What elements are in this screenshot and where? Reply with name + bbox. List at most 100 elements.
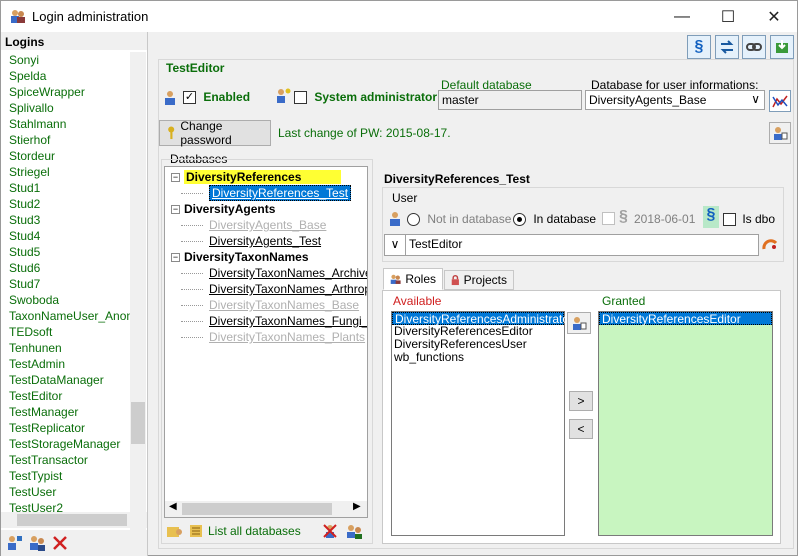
- enabled-checkbox[interactable]: ✓: [183, 91, 196, 105]
- login-item[interactable]: Stud1: [1, 180, 131, 196]
- tree-horizontal-scrollbar[interactable]: ◀ ▶: [165, 501, 367, 517]
- login-item[interactable]: Swoboda: [1, 292, 131, 308]
- logins-vertical-scrollbar[interactable]: [130, 52, 146, 542]
- login-item[interactable]: TestEditor: [1, 388, 131, 404]
- tree-database-item[interactable]: DiversityTaxonNames_Plants: [181, 329, 365, 345]
- user-frame-label: User: [390, 191, 420, 205]
- remove-database-icon[interactable]: [322, 523, 338, 539]
- scrollbar-thumb[interactable]: [131, 402, 145, 444]
- login-item[interactable]: Stud4: [1, 228, 131, 244]
- collapse-icon[interactable]: −: [171, 205, 180, 215]
- scrollbar-thumb[interactable]: [182, 503, 332, 515]
- list-all-databases-button[interactable]: List all databases: [166, 522, 301, 540]
- user-value-field[interactable]: TestEditor: [405, 234, 759, 256]
- granted-role-item[interactable]: DiversityReferencesEditor: [599, 312, 772, 326]
- collapse-icon[interactable]: −: [171, 173, 180, 183]
- login-item[interactable]: Stierhof: [1, 132, 131, 148]
- link-button[interactable]: [742, 35, 766, 59]
- login-item[interactable]: Stud2: [1, 196, 131, 212]
- login-item[interactable]: TestTypist: [1, 468, 131, 484]
- login-item[interactable]: TestTransactor: [1, 452, 131, 468]
- logins-list[interactable]: Sonyi Spelda SpiceWrapper Splivallo Stahlman…: [1, 52, 131, 542]
- databases-tree[interactable]: ◀ ▶ − DiversityReferences DiversityReferen…: [164, 166, 368, 518]
- sysadmin-checkbox-row[interactable]: System administrator: [294, 90, 437, 105]
- scroll-right-icon[interactable]: ▶: [353, 501, 361, 512]
- user-combo-dropdown[interactable]: ∨: [384, 234, 406, 256]
- login-item[interactable]: Stud7: [1, 276, 131, 292]
- tab-roles[interactable]: Roles: [383, 268, 443, 290]
- login-item[interactable]: TaxonNameUser_Anonym: [1, 308, 131, 324]
- role-users-button[interactable]: [567, 312, 591, 334]
- login-item[interactable]: TestDataManager: [1, 372, 131, 388]
- login-item[interactable]: TestAdmin: [1, 356, 131, 372]
- tree-database-item[interactable]: DiversityTaxonNames_Arthropoda: [181, 281, 367, 297]
- user-info-button[interactable]: [769, 122, 791, 144]
- collapse-icon[interactable]: −: [171, 253, 180, 263]
- login-item[interactable]: Striegel: [1, 164, 131, 180]
- default-db-field[interactable]: master: [438, 90, 582, 110]
- login-item[interactable]: Stud6: [1, 260, 131, 276]
- paragraph-highlight-icon[interactable]: §: [703, 206, 719, 228]
- available-role-item[interactable]: wb_functions: [392, 351, 564, 364]
- logins-horizontal-scrollbar[interactable]: [1, 512, 147, 528]
- login-item[interactable]: Splivallo: [1, 100, 131, 116]
- tree-database-item[interactable]: DiversityAgents_Test: [181, 233, 321, 249]
- in-db-radio-row[interactable]: In database: [513, 212, 596, 227]
- date-checkbox[interactable]: [602, 212, 615, 225]
- role-users-icon: [573, 317, 587, 330]
- tab-projects[interactable]: Projects: [444, 270, 514, 290]
- login-item[interactable]: SpiceWrapper: [1, 84, 131, 100]
- enabled-checkbox-row[interactable]: ✓ Enabled: [183, 90, 250, 105]
- user-details-icon[interactable]: [28, 534, 46, 552]
- save-button[interactable]: [770, 35, 794, 59]
- maximize-button[interactable]: ☐: [705, 1, 751, 32]
- login-item[interactable]: Stud3: [1, 212, 131, 228]
- tree-connector: [181, 289, 203, 290]
- scrollbar-thumb[interactable]: [17, 514, 127, 526]
- login-item[interactable]: Tenhunen: [1, 340, 131, 356]
- in-db-radio[interactable]: [513, 213, 526, 227]
- tree-database-group[interactable]: − DiversityAgents: [171, 201, 275, 217]
- tree-database-item[interactable]: DiversityTaxonNames_ArchiveTe: [181, 265, 367, 281]
- login-item[interactable]: TestUser: [1, 484, 131, 500]
- delete-login-icon[interactable]: [51, 534, 69, 552]
- login-item[interactable]: TestManager: [1, 404, 131, 420]
- change-password-button[interactable]: Change password: [159, 119, 271, 147]
- tree-item-label: DiversityTaxonNames_Fungi_Test: [209, 314, 368, 328]
- tree-database-item[interactable]: DiversityTaxonNames_Base: [181, 297, 359, 313]
- is-dbo-checkbox-row[interactable]: Is dbo: [723, 212, 775, 227]
- not-in-db-radio[interactable]: [407, 213, 420, 227]
- login-item[interactable]: TEDsoft: [1, 324, 131, 340]
- login-item[interactable]: Stordeur: [1, 148, 131, 164]
- login-item[interactable]: Stud5: [1, 244, 131, 260]
- chevron-down-icon: ∨: [751, 92, 760, 106]
- fix-user-icon[interactable]: [762, 237, 778, 251]
- add-login-icon[interactable]: [5, 534, 23, 552]
- paragraph-button[interactable]: §: [687, 35, 711, 59]
- transfer-button[interactable]: [715, 35, 739, 59]
- tree-database-item[interactable]: DiversityAgents_Base: [181, 217, 326, 233]
- revoke-role-button[interactable]: <: [569, 419, 593, 439]
- scroll-left-icon[interactable]: ◀: [169, 501, 177, 512]
- db-user-info-select[interactable]: DiversityAgents_Base ∨: [585, 90, 765, 110]
- grant-role-button[interactable]: >: [569, 391, 593, 411]
- granted-roles-list[interactable]: DiversityReferencesEditor: [598, 311, 773, 536]
- login-item[interactable]: Spelda: [1, 68, 131, 84]
- login-item[interactable]: TestReplicator: [1, 420, 131, 436]
- is-dbo-checkbox[interactable]: [723, 213, 736, 227]
- tree-database-item[interactable]: DiversityTaxonNames_Fungi_Test: [181, 313, 368, 329]
- chart-button[interactable]: [769, 90, 791, 112]
- login-item[interactable]: Stahlmann: [1, 116, 131, 132]
- db-detail-title: DiversityReferences_Test: [384, 172, 530, 186]
- tree-database-group[interactable]: − DiversityReferences: [171, 169, 342, 185]
- login-item[interactable]: TestStorageManager: [1, 436, 131, 452]
- available-roles-list[interactable]: DiversityReferencesAdministrator Diversit…: [391, 311, 573, 536]
- minimize-button[interactable]: —: [659, 1, 705, 32]
- not-in-db-radio-row[interactable]: Not in database: [407, 212, 511, 227]
- tree-database-group[interactable]: − DiversityTaxonNames: [171, 249, 309, 265]
- tree-database-item[interactable]: DiversityReferences_Test: [181, 185, 352, 201]
- login-item[interactable]: Sonyi: [1, 52, 131, 68]
- database-users-icon[interactable]: [345, 523, 363, 539]
- close-button[interactable]: ✕: [751, 1, 797, 32]
- sysadmin-checkbox[interactable]: [294, 91, 307, 105]
